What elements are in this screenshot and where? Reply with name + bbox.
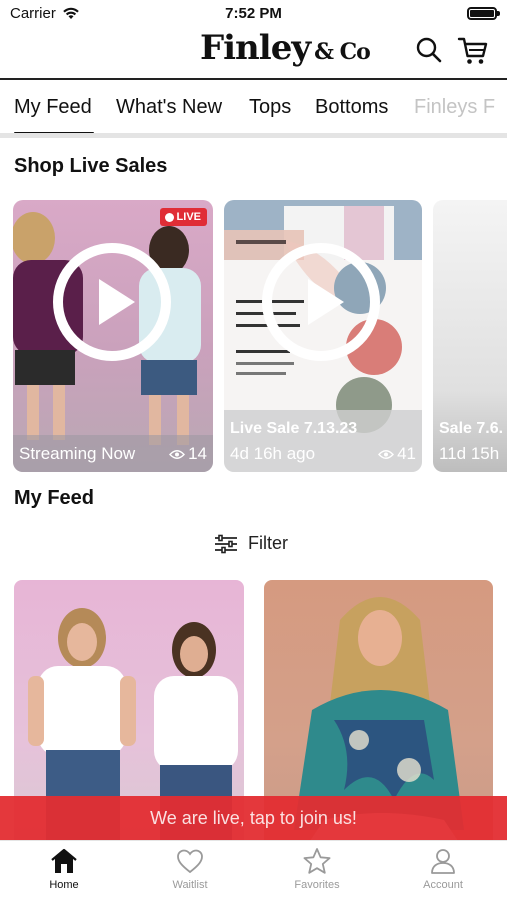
view-count-value: 41 — [397, 444, 416, 463]
battery-icon — [467, 7, 500, 20]
sale-time-ago: 11d 15h — [439, 444, 500, 463]
logo-text: Finley — [200, 28, 311, 68]
tab-whats-new[interactable]: What's New — [116, 96, 222, 119]
sale-title: Sale 7.6. — [439, 420, 504, 437]
status-bar: Carrier 7:52 PM — [0, 0, 507, 28]
view-count-value: 14 — [188, 444, 207, 463]
nav-waitlist[interactable]: Waitlist — [145, 847, 235, 891]
view-count: 14 — [169, 444, 207, 464]
battery-level — [470, 10, 494, 17]
filter-label: Filter — [248, 533, 288, 553]
nav-favorites-label: Favorites — [294, 879, 340, 891]
join-live-banner[interactable]: We are live, tap to join us! — [0, 796, 507, 840]
logo-suffix: & Co — [314, 39, 371, 65]
view-count: 41 — [378, 444, 416, 464]
play-button[interactable] — [53, 243, 171, 361]
tab-finleys[interactable]: Finleys F — [414, 96, 495, 119]
live-dot-icon — [164, 212, 174, 222]
category-tabs: My Feed What's New Tops Bottoms Finleys … — [0, 82, 507, 136]
account-icon — [431, 849, 455, 874]
home-icon — [51, 848, 77, 873]
brand-logo[interactable]: Finley & Co — [200, 28, 371, 68]
app-header: Finley & Co — [0, 28, 507, 80]
live-sale-card[interactable]: Live Sale 7.13.23 4d 16h ago 41 — [224, 200, 422, 472]
nav-home-label: Home — [49, 879, 79, 891]
nav-account-label: Account — [423, 879, 463, 891]
play-icon — [99, 279, 135, 325]
sale-title: Live Sale 7.13.23 — [230, 420, 358, 437]
card-footer: 11d 15h — [439, 444, 499, 464]
heart-icon — [177, 849, 203, 874]
sliders-icon — [215, 534, 237, 553]
filter-button[interactable]: Filter — [214, 533, 288, 554]
clock: 7:52 PM — [225, 5, 282, 22]
tab-divider — [0, 133, 507, 138]
eye-icon — [169, 449, 186, 459]
nav-waitlist-label: Waitlist — [172, 879, 208, 891]
tab-bottoms[interactable]: Bottoms — [315, 96, 388, 119]
live-badge-label: LIVE — [176, 211, 201, 223]
nav-favorites[interactable]: Favorites — [272, 847, 362, 891]
tab-tops[interactable]: Tops — [249, 96, 291, 119]
sale-time-ago: 4d 16h ago — [230, 444, 316, 463]
card-footer: 4d 16h ago 41 — [230, 444, 416, 464]
bottom-tab-bar: Home Waitlist Favorites Account — [0, 840, 507, 900]
eye-icon — [378, 449, 395, 459]
search-icon[interactable] — [415, 36, 443, 64]
star-icon — [303, 848, 331, 874]
nav-home[interactable]: Home — [19, 847, 109, 891]
live-badge: LIVE — [159, 208, 207, 226]
card-footer: Streaming Now 14 — [19, 444, 207, 464]
my-feed-title: My Feed — [14, 487, 95, 509]
play-icon — [308, 279, 344, 325]
live-sale-card[interactable]: LIVE Streaming Now 14 — [13, 200, 213, 472]
cart-icon[interactable] — [457, 36, 489, 66]
nav-account[interactable]: Account — [398, 847, 488, 891]
stream-status: Streaming Now — [19, 444, 136, 463]
play-button[interactable] — [262, 243, 380, 361]
tab-my-feed[interactable]: My Feed — [14, 96, 94, 136]
live-sale-card[interactable]: Sale 7.6. 11d 15h — [433, 200, 507, 472]
live-sales-title: Shop Live Sales — [14, 155, 168, 177]
